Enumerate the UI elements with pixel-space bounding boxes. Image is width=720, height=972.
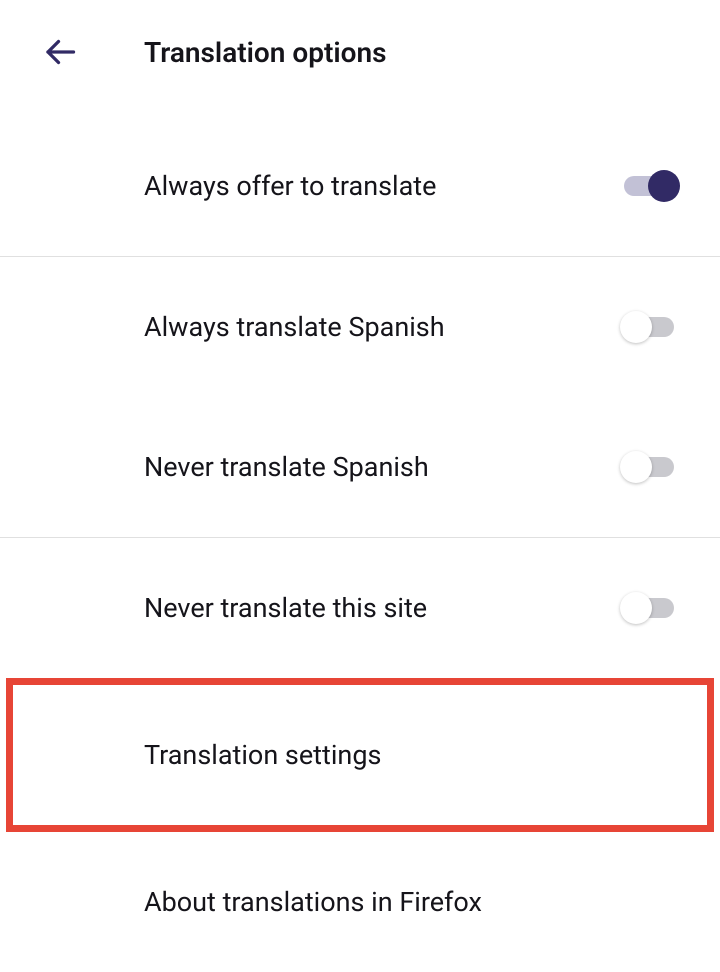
always-offer-toggle[interactable] <box>620 172 678 200</box>
header: Translation options <box>0 0 720 116</box>
never-translate-lang-toggle[interactable] <box>620 453 678 481</box>
translation-settings-label: Translation settings <box>144 739 381 771</box>
never-translate-lang-row[interactable]: Never translate Spanish <box>0 397 720 537</box>
toggle-thumb <box>620 592 652 624</box>
about-translations-label: About translations in Firefox <box>144 886 482 918</box>
highlight-annotation: Translation settings <box>6 678 714 832</box>
never-translate-site-toggle[interactable] <box>620 594 678 622</box>
back-button[interactable] <box>36 28 84 76</box>
always-offer-row[interactable]: Always offer to translate <box>0 116 720 256</box>
page-title: Translation options <box>144 36 387 69</box>
toggle-thumb <box>648 170 680 202</box>
never-translate-site-label: Never translate this site <box>144 592 427 624</box>
toggle-thumb <box>620 311 652 343</box>
never-translate-site-row[interactable]: Never translate this site <box>0 538 720 678</box>
about-translations-link[interactable]: About translations in Firefox <box>0 832 720 972</box>
always-translate-lang-row[interactable]: Always translate Spanish <box>0 257 720 397</box>
never-translate-lang-label: Never translate Spanish <box>144 451 429 483</box>
translation-settings-link[interactable]: Translation settings <box>13 685 707 825</box>
toggle-thumb <box>620 451 652 483</box>
arrow-left-icon <box>42 34 78 70</box>
always-translate-lang-label: Always translate Spanish <box>144 311 445 343</box>
always-offer-label: Always offer to translate <box>144 170 436 202</box>
always-translate-lang-toggle[interactable] <box>620 313 678 341</box>
